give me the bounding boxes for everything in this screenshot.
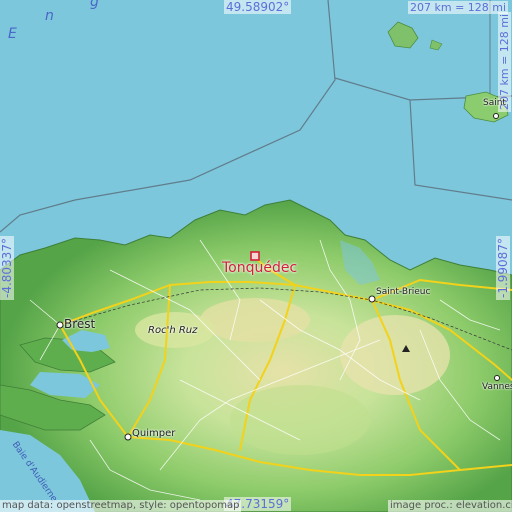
sea-label-letter: g	[90, 0, 100, 10]
scale-vertical: 207 km = 128 mi	[498, 11, 511, 112]
place-label-saint-helier: Saint	[483, 98, 506, 108]
city-dot-brest	[56, 321, 64, 329]
map-canvas[interactable]: E n g 49.58902° 47.73159° -4.80337° -1.9…	[0, 0, 512, 512]
city-dot-quimper	[124, 433, 132, 441]
place-label-quimper: Quimper	[132, 428, 176, 439]
marker-label[interactable]: Tonquédec	[222, 260, 297, 276]
monts-d-arree	[200, 298, 310, 342]
sea-label-letter: n	[45, 8, 55, 24]
city-dot-saint-brieuc	[368, 295, 376, 303]
city-dot-saint-helier	[493, 113, 499, 119]
coordinate-top: 49.58902°	[224, 0, 292, 14]
city-dot-vannes	[494, 375, 500, 381]
scale-horizontal: 207 km = 128 mi	[408, 1, 509, 14]
coordinate-right: -1.99087°	[496, 236, 510, 300]
place-label-roc-h-ruz: Roc'h Ruz	[148, 325, 198, 336]
attribution-image-processing: image proc.: elevation.city	[388, 500, 512, 512]
place-label-saint-brieuc: Saint-Brieuc	[376, 287, 431, 297]
place-label-brest: Brest	[64, 317, 96, 331]
location-marker-icon[interactable]	[250, 251, 260, 261]
terrain-layer	[0, 0, 512, 512]
attribution-map-data: map data: openstreetmap, style: opentopo…	[0, 500, 242, 512]
highland	[230, 385, 370, 455]
sea-label-letter: E	[8, 26, 18, 42]
place-label-vannes: Vannes	[482, 382, 512, 392]
coordinate-left: -4.80337°	[0, 236, 14, 300]
